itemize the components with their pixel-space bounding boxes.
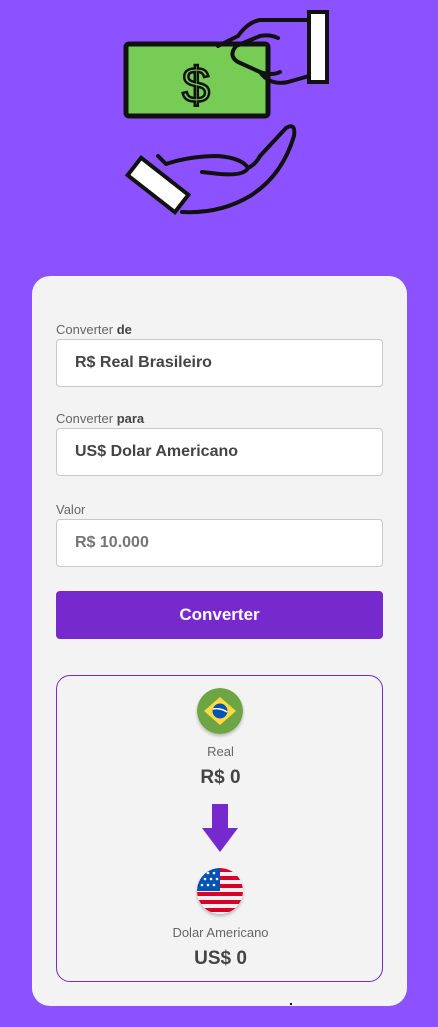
hero-illustration: $ (0, 0, 438, 260)
amount-label: Valor (56, 502, 86, 517)
convert-button[interactable]: Converter (56, 591, 383, 639)
converter-card: Converter de R$ Real Brasileiro Converte… (32, 276, 407, 1006)
to-currency-select[interactable]: US$ Dolar Americano (56, 428, 383, 476)
to-currency-value: US$ Dolar Americano (75, 443, 239, 460)
to-currency-label: Converter para (56, 411, 145, 426)
to-currency-name: Dolar Americano (172, 925, 269, 940)
usa-flag-icon (197, 868, 243, 914)
from-currency-value: R$ Real Brasileiro (75, 354, 212, 371)
arrow-down-icon (202, 804, 238, 852)
from-currency-name: Real (207, 744, 234, 759)
svg-text:$: $ (182, 57, 210, 113)
amount-input[interactable] (75, 520, 382, 566)
conversion-result-panel: Real R$ 0 Dolar Americano US$ 0 (56, 675, 383, 982)
money-hand-exchange-icon: $ (123, 10, 329, 215)
brazil-flag-icon (197, 688, 243, 734)
amount-field-wrapper (56, 519, 383, 567)
cursor-dot (290, 1003, 292, 1005)
from-currency-label: Converter de (56, 322, 132, 337)
to-currency-amount: US$ 0 (194, 948, 247, 969)
from-currency-select[interactable]: R$ Real Brasileiro (56, 339, 383, 387)
from-currency-amount: R$ 0 (200, 767, 241, 788)
